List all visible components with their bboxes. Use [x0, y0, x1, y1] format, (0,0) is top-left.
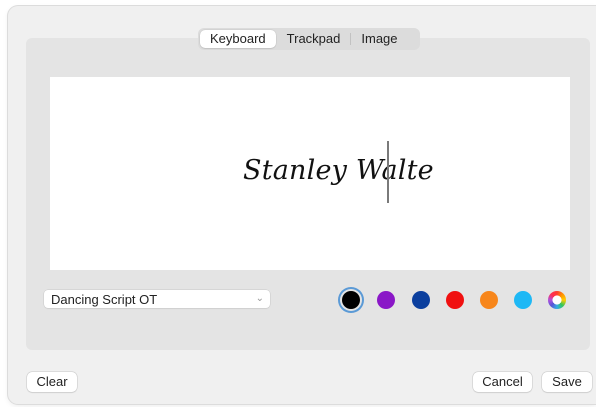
color-swatch-cyan[interactable] [514, 291, 532, 309]
color-swatch-orange[interactable] [480, 291, 498, 309]
color-swatch-purple[interactable] [377, 291, 395, 309]
tab-keyboard[interactable]: Keyboard [200, 30, 276, 48]
tab-image[interactable]: Image [351, 30, 407, 48]
input-method-tabs: Keyboard Trackpad Image [198, 28, 420, 50]
save-button[interactable]: Save [542, 372, 592, 392]
text-caret [387, 141, 389, 203]
color-picker [341, 289, 571, 311]
clear-button[interactable]: Clear [27, 372, 77, 392]
color-swatch-black[interactable] [342, 291, 360, 309]
signature-text: Stanley Walte [243, 155, 434, 186]
font-dropdown-value: Dancing Script OT [51, 291, 158, 307]
chevron-down-icon: ⌄ [255, 293, 264, 304]
color-wheel-icon[interactable] [548, 291, 566, 309]
cancel-button[interactable]: Cancel [473, 372, 532, 392]
color-swatch-red[interactable] [446, 291, 464, 309]
color-swatch-blue[interactable] [412, 291, 430, 309]
signature-canvas[interactable]: Stanley Walte [50, 77, 570, 270]
font-dropdown[interactable]: Dancing Script OT ⌄ [44, 290, 270, 308]
tab-trackpad[interactable]: Trackpad [277, 30, 351, 48]
